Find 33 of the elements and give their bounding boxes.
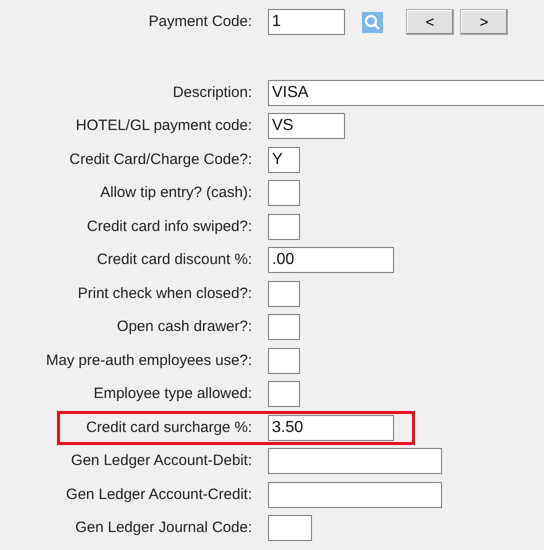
input-field[interactable]: Y	[268, 146, 300, 173]
input-field[interactable]: .00	[268, 247, 394, 274]
previous-button[interactable]: <	[406, 9, 454, 35]
field-label: Payment Code:	[148, 12, 252, 32]
input-field[interactable]	[268, 448, 442, 474]
field-label: Description:	[172, 82, 252, 102]
input-field[interactable]: VS	[268, 113, 345, 140]
field-label: Open cash drawer?:	[116, 317, 252, 337]
field-label: Allow tip entry? (cash):	[99, 183, 252, 203]
input-field[interactable]: 1	[268, 9, 345, 35]
field-label: Credit Card/Charge Code?:	[68, 150, 252, 170]
search-icon[interactable]	[362, 12, 383, 32]
input-field[interactable]	[268, 314, 300, 340]
input-field[interactable]	[268, 348, 300, 374]
field-label: May pre-auth employees use?:	[45, 350, 252, 370]
input-field[interactable]	[268, 180, 300, 206]
field-label: HOTEL/GL payment code:	[74, 116, 252, 136]
input-field[interactable]	[268, 280, 300, 307]
input-field[interactable]	[268, 214, 300, 240]
field-label: Gen Ledger Journal Code:	[74, 518, 252, 538]
field-label: Gen Ledger Account-Credit:	[65, 484, 252, 504]
input-field[interactable]	[268, 515, 312, 542]
field-label: Credit card discount %:	[96, 250, 252, 270]
input-field[interactable]	[268, 482, 442, 508]
input-field[interactable]	[268, 381, 300, 408]
input-field[interactable]: VISA	[268, 80, 544, 106]
input-field[interactable]: 3.50	[268, 414, 394, 441]
next-button[interactable]: >	[460, 9, 508, 35]
field-label: Gen Ledger Account-Debit:	[70, 451, 252, 471]
field-label: Credit card surcharge %:	[85, 418, 252, 438]
field-label: Print check when closed?:	[76, 284, 252, 304]
field-label: Credit card info swiped?:	[86, 216, 252, 236]
field-label: Employee type allowed:	[92, 384, 252, 404]
